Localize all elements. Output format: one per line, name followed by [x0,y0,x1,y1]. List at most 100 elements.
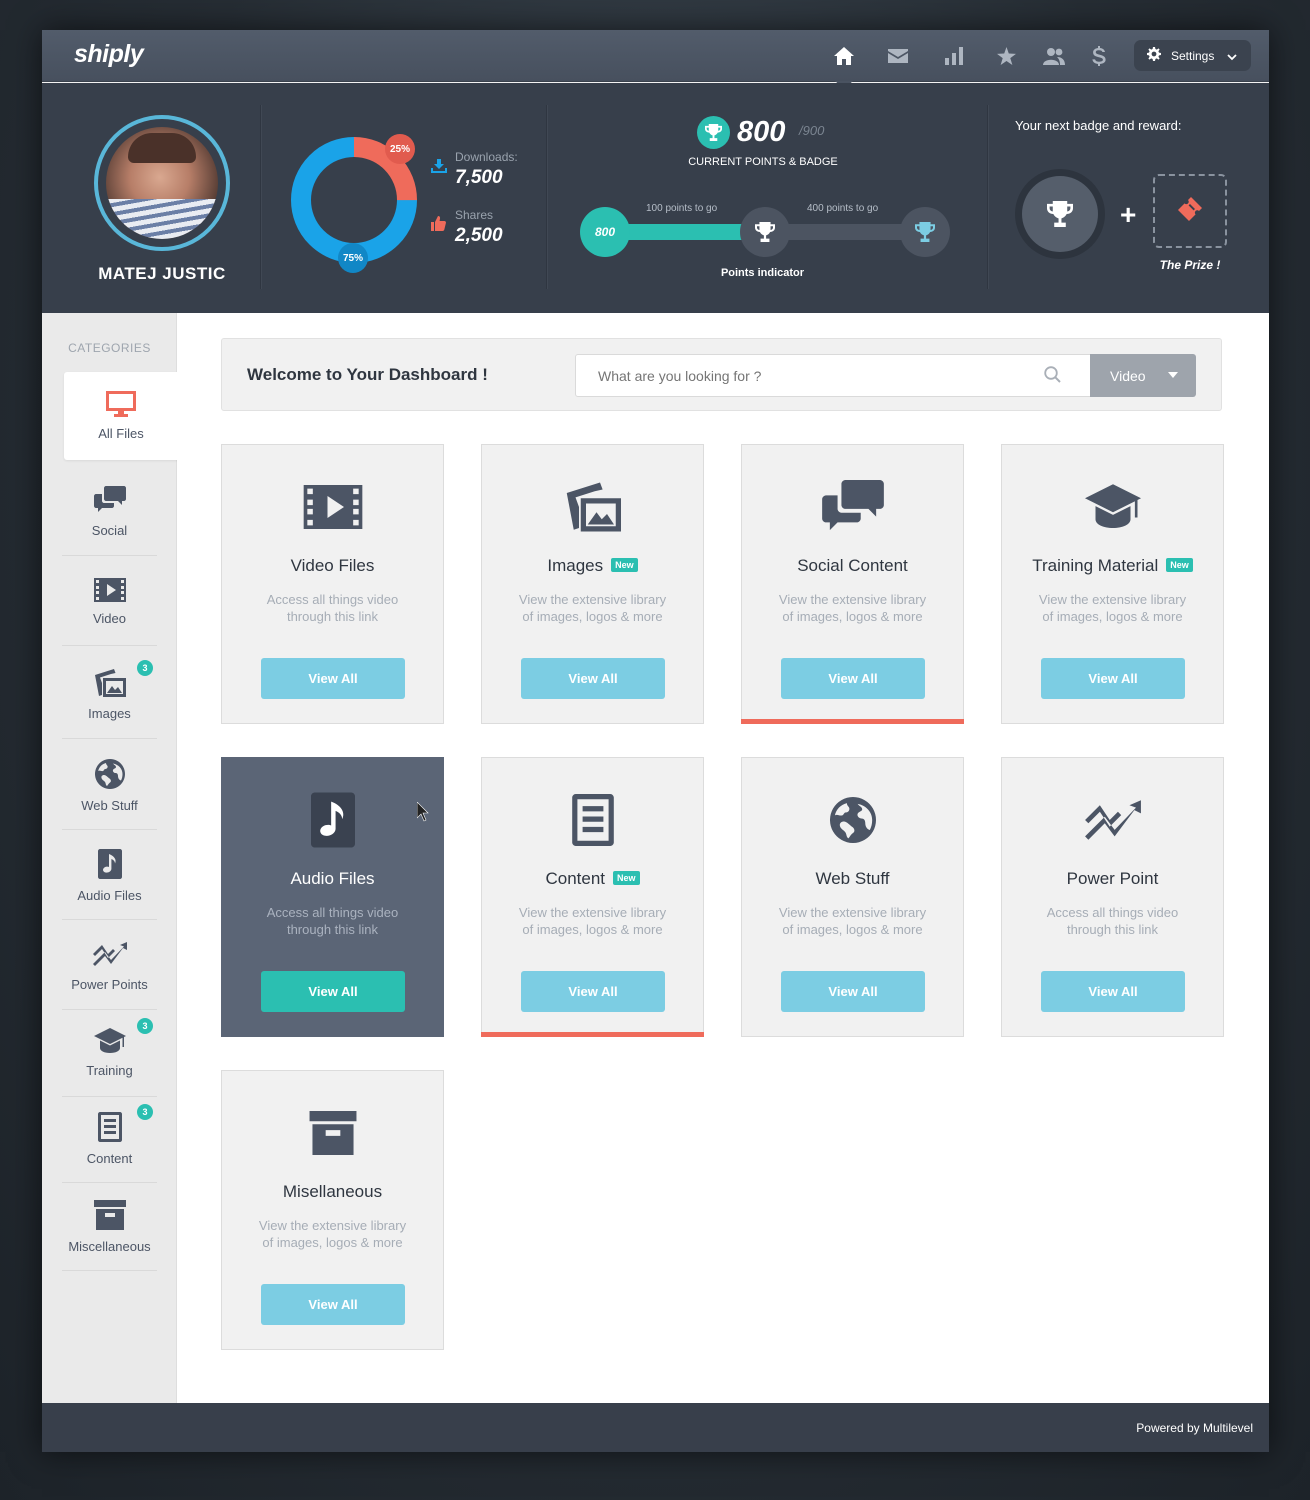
chat-icon [821,480,884,531]
search-icon[interactable] [1044,366,1061,388]
sidebar-item-web-stuff[interactable]: Web Stuff [62,742,157,830]
card-title: Misellaneous [282,1182,383,1201]
stats-icon[interactable] [942,44,966,68]
notification-badge: 3 [137,1104,153,1120]
app-window: shiply Settings MATEJ JUSTIC 25% 75% Dow… [42,30,1269,1452]
archive-icon [309,1111,356,1155]
view-all-button[interactable]: View All [781,658,925,699]
view-all-button[interactable]: View All [521,658,665,699]
graduation-cap-icon [1084,484,1141,528]
sidebar-item-power-points[interactable]: Power Points [62,922,157,1010]
card-description: Access all things video through this lin… [266,905,399,937]
archive-icon [93,1199,126,1230]
card-content: Content New View the extensive library of… [481,757,704,1037]
card-description: View the extensive library of images, lo… [518,905,667,937]
card-images: Images New View the extensive library of … [481,444,704,724]
plus-sign: + [1120,199,1137,230]
sidebar-item-label: Images [88,705,131,721]
card-title: Web Stuff [815,869,890,888]
gear-icon [1147,47,1161,64]
notification-badge: 3 [137,660,153,676]
user-name: MATEJ JUSTIC [98,264,226,283]
categories-sidebar: CATEGORIES All Files Social Video Images… [42,313,178,1403]
card-title: Images [547,556,604,575]
globe-icon [94,758,125,789]
view-all-button[interactable]: View All [1041,658,1185,699]
welcome-title: Welcome to Your Dashboard ! [247,365,488,384]
caret-down-icon [1168,372,1178,378]
dollar-icon[interactable] [1087,44,1111,68]
next-badge [1015,169,1105,259]
sidebar-item-miscellaneous[interactable]: Miscellaneous [62,1183,157,1271]
next-reward-title: Your next badge and reward: [1015,118,1182,133]
chart-line-icon [1084,800,1141,840]
prize-box[interactable] [1153,174,1227,248]
card-title: Content [545,869,606,888]
points-indicator-label: Points indicator [720,267,805,279]
sidebar-item-label: Content [86,1150,133,1166]
sidebar-item-label: Training [86,1062,133,1078]
card-title: Power Point [1066,869,1159,888]
view-all-button[interactable]: View All [521,971,665,1012]
view-all-button[interactable]: View All [1041,971,1185,1012]
trophy-icon [697,116,730,149]
card-miscellaneous: Misellaneous View the extensive library … [221,1070,444,1350]
notification-badge: 3 [137,1018,153,1034]
sidebar-item-all-files[interactable]: All Files [64,372,178,460]
max-points: /900 [799,123,825,138]
card-web-stuff: Web Stuff View the extensive library of … [741,757,964,1037]
star-icon[interactable] [994,44,1018,68]
view-all-button[interactable]: View All [261,1284,405,1325]
view-all-button[interactable]: View All [261,971,405,1012]
avatar[interactable] [106,127,218,239]
app-logo[interactable]: shiply [74,40,144,69]
sidebar-item-content[interactable]: Content 3 [62,1095,157,1183]
view-all-button[interactable]: View All [781,971,925,1012]
mail-icon[interactable] [886,44,910,68]
new-badge: New [613,871,640,885]
card-title: Social Content [797,556,908,575]
shares-label: Shares [455,208,494,222]
sidebar-item-label: Social [91,522,128,538]
sidebar-item-images[interactable]: Images 3 [62,651,157,739]
sidebar-item-training[interactable]: Training 3 [62,1009,157,1097]
sidebar-item-video[interactable]: Video [62,558,157,646]
card-title: Training Material [1032,556,1159,575]
ticket-icon [1177,196,1203,227]
category-select[interactable]: Video [1090,354,1196,397]
users-icon[interactable] [1042,44,1066,68]
divider [546,105,547,289]
active-underline [741,719,964,724]
search-input[interactable] [575,354,1091,397]
document-icon [97,1111,122,1142]
trophy-icon [1047,201,1073,227]
sidebar-item-audio-files[interactable]: Audio Files [62,832,157,920]
card-social-content: Social Content View the extensive librar… [741,444,964,724]
mouse-cursor-icon [416,801,429,827]
card-title: Audio Files [290,869,375,888]
card-description: Access all things video through this lin… [1046,905,1179,937]
chart-line-icon [92,941,127,966]
monitor-icon [106,391,136,417]
card-audio-files: Audio Files Access all things video thro… [221,757,444,1037]
milestone-trophy-node [740,207,790,257]
sidebar-item-social[interactable]: Social [62,468,157,556]
settings-dropdown[interactable]: Settings [1134,40,1251,71]
view-all-button[interactable]: View All [261,658,405,699]
card-description: View the extensive library of images, lo… [518,592,667,624]
sidebar-item-label: Web Stuff [81,797,138,813]
points-start-node: 800 [580,207,630,257]
card-description: View the extensive library of images, lo… [778,905,927,937]
home-icon[interactable] [832,44,856,68]
avatar-ring [94,115,230,251]
settings-label: Settings [1171,48,1215,63]
trophy-icon [755,222,775,242]
prize-label: The Prize ! [1159,258,1221,272]
card-power-point: Power Point Access all things video thro… [1001,757,1224,1037]
new-badge: New [1166,558,1193,572]
divider [987,105,988,289]
category-select-value: Video [1110,367,1146,384]
images-icon [94,668,126,697]
sidebar-item-label: Video [92,610,126,626]
primary-percent-badge: 75% [338,243,368,273]
